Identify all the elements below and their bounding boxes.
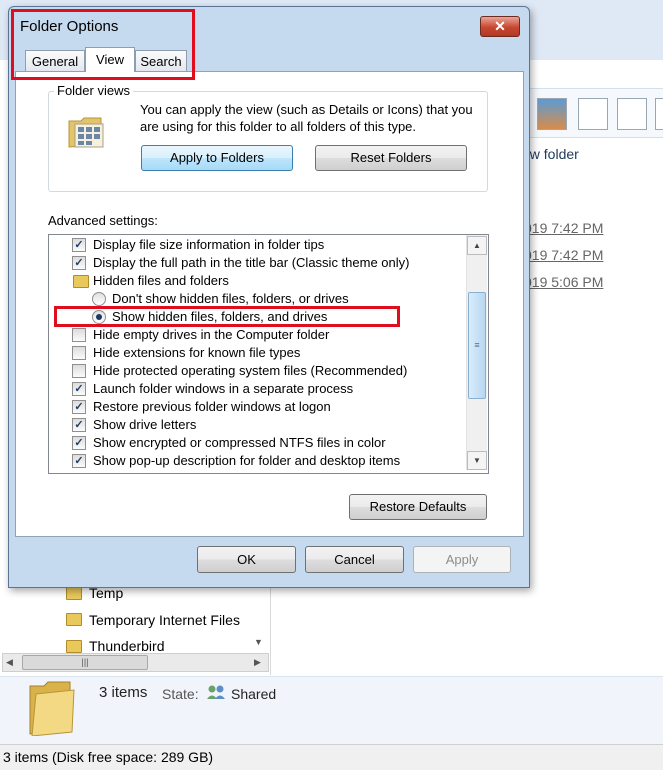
folder-views-icon bbox=[68, 117, 104, 148]
file-date: 019 5:06 PM bbox=[524, 274, 604, 290]
advanced-settings-list[interactable]: ✓ Display file size information in folde… bbox=[48, 234, 489, 474]
apply-button[interactable]: Apply bbox=[413, 546, 511, 573]
list-item-label: Hide protected operating system files (R… bbox=[93, 363, 408, 378]
status-bar-text: 3 items (Disk free space: 289 GB) bbox=[3, 749, 214, 765]
document-thumbnail-icon[interactable] bbox=[655, 98, 663, 130]
file-date: 019 7:42 PM bbox=[524, 220, 604, 236]
highlight-box-title-and-view-tab bbox=[11, 9, 195, 80]
shared-users-icon bbox=[207, 685, 225, 699]
checkbox-checked[interactable]: ✓ bbox=[72, 436, 86, 450]
list-item-label: Show pop-up description for folder and d… bbox=[93, 453, 401, 468]
scroll-up-arrow-icon[interactable]: ▲ bbox=[467, 236, 487, 255]
image-thumbnail-icon[interactable] bbox=[537, 98, 567, 130]
checkbox-unchecked[interactable] bbox=[72, 346, 86, 360]
document-thumbnail-icon[interactable] bbox=[617, 98, 647, 130]
apply-to-folders-button[interactable]: Apply to Folders bbox=[141, 145, 293, 171]
cancel-button[interactable]: Cancel bbox=[305, 546, 404, 573]
file-date: 019 7:42 PM bbox=[524, 247, 604, 263]
new-folder-button[interactable]: ew folder bbox=[522, 146, 579, 162]
scroll-left-arrow-icon[interactable]: ◀ bbox=[6, 657, 13, 668]
advanced-settings-label: Advanced settings: bbox=[48, 213, 158, 228]
list-item-label: Hide empty drives in the Computer folder bbox=[93, 327, 330, 342]
folder-icon bbox=[73, 275, 89, 288]
close-button[interactable]: ✕ bbox=[480, 16, 520, 37]
list-item-label: Restore previous folder windows at logon bbox=[93, 399, 331, 414]
checkbox-checked[interactable]: ✓ bbox=[72, 454, 86, 468]
checkbox-checked[interactable]: ✓ bbox=[72, 256, 86, 270]
checkbox-unchecked[interactable] bbox=[72, 364, 86, 378]
list-item-label: Show drive letters bbox=[93, 417, 197, 432]
tree-item-temporary-internet-files[interactable]: Temporary Internet Files bbox=[89, 612, 240, 628]
checkbox-checked[interactable]: ✓ bbox=[72, 382, 86, 396]
list-item-label: Display file size information in folder … bbox=[93, 237, 325, 252]
checkbox-unchecked[interactable] bbox=[72, 328, 86, 342]
reset-folders-button[interactable]: Reset Folders bbox=[315, 145, 467, 171]
item-count: 3 items bbox=[99, 684, 148, 701]
tree-item-thunderbird[interactable]: Thunderbird bbox=[89, 638, 165, 654]
ok-button[interactable]: OK bbox=[197, 546, 296, 573]
checkbox-checked[interactable]: ✓ bbox=[72, 400, 86, 414]
state-label: State: bbox=[162, 686, 199, 702]
list-item-label: Hide extensions for known file types bbox=[93, 345, 301, 360]
state-value: Shared bbox=[231, 686, 277, 702]
scroll-down-arrow-icon[interactable]: ▼ bbox=[254, 637, 263, 647]
restore-defaults-button[interactable]: Restore Defaults bbox=[349, 494, 487, 520]
list-scroll-thumb[interactable]: ≡ bbox=[468, 292, 486, 399]
checkbox-checked[interactable]: ✓ bbox=[72, 418, 86, 432]
horizontal-scroll-thumb[interactable]: ||| bbox=[22, 655, 148, 670]
scroll-right-arrow-icon[interactable]: ▶ bbox=[254, 657, 261, 668]
scroll-down-arrow-icon[interactable]: ▼ bbox=[467, 451, 487, 470]
folder-icon bbox=[66, 640, 82, 653]
folder-views-legend: Folder views bbox=[54, 83, 133, 98]
radio-unselected[interactable] bbox=[92, 292, 106, 306]
highlight-box-show-hidden-option bbox=[54, 306, 400, 327]
folder-shortcut-icon bbox=[66, 613, 82, 626]
list-item-label: Display the full path in the title bar (… bbox=[93, 255, 410, 270]
list-item-label: Launch folder windows in a separate proc… bbox=[93, 381, 354, 396]
checkbox-checked[interactable]: ✓ bbox=[72, 238, 86, 252]
folder-views-description: You can apply the view (such as Details … bbox=[140, 102, 473, 134]
list-item-label: Show encrypted or compressed NTFS files … bbox=[93, 435, 386, 450]
list-item-label: Hidden files and folders bbox=[93, 273, 229, 288]
document-thumbnail-icon[interactable] bbox=[578, 98, 608, 130]
folder-large-icon bbox=[29, 681, 75, 736]
folder-icon bbox=[66, 587, 82, 600]
